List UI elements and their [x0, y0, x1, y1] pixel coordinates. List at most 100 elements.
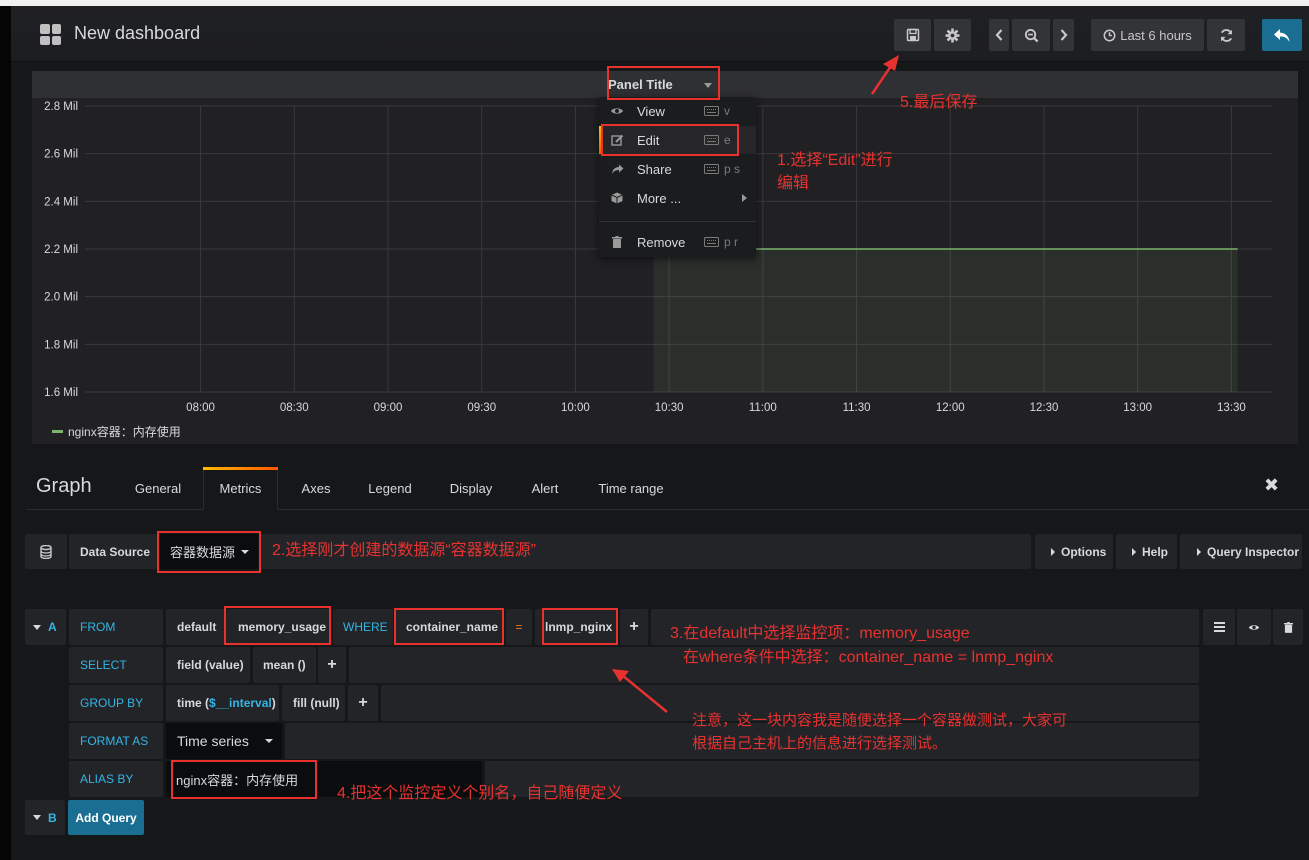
save-dashboard-button[interactable]	[894, 19, 931, 51]
zoom-out-icon	[1024, 28, 1038, 42]
select-label: SELECT	[69, 647, 163, 683]
data-source-label: Data Source	[69, 534, 157, 569]
x-axis: 08:00 08:30 09:00 09:30 10:00 10:30 11:00 11:30…	[186, 402, 1246, 414]
tab-time-range[interactable]: Time range	[591, 467, 671, 510]
x-tick-label: 11:00	[749, 402, 777, 414]
annotation-box-datasource	[157, 531, 261, 573]
x-tick-label: 08:00	[186, 402, 215, 414]
tab-axes[interactable]: Axes	[291, 467, 341, 510]
zoom-out-button[interactable]	[1012, 19, 1050, 51]
y-tick-label: 1.8 Mil	[44, 339, 78, 351]
caret-right-icon	[1197, 547, 1201, 556]
annotation-step-1: 1.选择“Edit”进行 编辑	[777, 152, 893, 193]
y-tick-label: 2.0 Mil	[44, 292, 78, 304]
gear-icon	[945, 27, 960, 43]
back-to-dashboard-button[interactable]	[1262, 19, 1302, 51]
menu-item-view[interactable]: View v	[599, 97, 756, 125]
annotation-step-4: 4.把这个监控定义个别名，自己随便定义	[337, 785, 623, 802]
shortcut: p r	[704, 235, 738, 249]
annotation-step-3-line2: 在where条件中选择：container_name = lnmp_nginx	[683, 649, 1054, 666]
x-tick-label: 10:30	[655, 402, 684, 414]
legend-label: nginx容器：内存使用	[68, 425, 181, 439]
annotation-box-tag-value	[542, 608, 618, 645]
tab-alert[interactable]: Alert	[521, 467, 569, 510]
eye-icon	[610, 106, 624, 116]
x-tick-label: 13:00	[1123, 402, 1152, 414]
time-picker-button[interactable]: Last 6 hours	[1091, 19, 1204, 51]
query-a-toggle[interactable]: A	[25, 609, 66, 645]
operator-segment[interactable]: =	[506, 609, 532, 645]
y-tick-label: 2.8 Mil	[44, 101, 78, 113]
alias-by-label: ALIAS BY	[69, 761, 163, 797]
refresh-button[interactable]	[1207, 19, 1245, 51]
reply-icon	[1274, 28, 1290, 42]
add-where-button[interactable]: +	[620, 609, 648, 645]
caret-right-icon	[1051, 547, 1055, 556]
tab-metrics[interactable]: Metrics	[203, 467, 278, 510]
fill-segment[interactable]: fill (null)	[282, 685, 345, 721]
refresh-icon	[1220, 28, 1232, 42]
select-field-segment[interactable]: field (value)	[166, 647, 250, 683]
legend-item[interactable]: nginx容器：内存使用	[52, 423, 181, 440]
tab-display[interactable]: Display	[441, 467, 501, 510]
left-edge	[0, 6, 11, 860]
x-tick-label: 10:00	[561, 402, 590, 414]
keyboard-icon	[704, 164, 719, 174]
add-group-by-button[interactable]: +	[348, 685, 378, 721]
time-forward-button[interactable]	[1053, 19, 1074, 51]
group-by-time-segment[interactable]: time ($__interval)	[166, 685, 279, 721]
dashboard-grid-icon[interactable]	[40, 24, 61, 45]
delete-query-button[interactable]	[1273, 609, 1303, 645]
navbar: New dashboard Last 6 hours	[11, 6, 1309, 62]
x-tick-label: 11:30	[843, 402, 871, 414]
query-inspector-toggle[interactable]: Query Inspector	[1180, 534, 1302, 569]
add-select-button[interactable]: +	[318, 647, 346, 683]
trash-icon	[610, 236, 624, 248]
keyboard-icon	[704, 106, 719, 116]
retention-policy-segment[interactable]: default	[166, 609, 226, 645]
options-toggle[interactable]: Options	[1035, 534, 1113, 569]
time-range-label: Last 6 hours	[1120, 27, 1192, 43]
shortcut: v	[704, 104, 730, 118]
menu-item-more[interactable]: More ...	[599, 184, 756, 212]
query-b-toggle[interactable]: B	[25, 800, 65, 835]
annotation-box-panel-title	[607, 66, 720, 100]
x-tick-label: 12:00	[936, 402, 965, 414]
annotation-box-measurement	[224, 606, 331, 645]
time-back-button[interactable]	[989, 19, 1009, 51]
tab-legend[interactable]: Legend	[359, 467, 421, 510]
settings-button[interactable]	[934, 19, 971, 51]
tab-general[interactable]: General	[124, 467, 192, 510]
x-tick-label: 09:00	[374, 402, 403, 414]
select-function-segment[interactable]: mean ()	[253, 647, 316, 683]
y-tick-label: 1.6 Mil	[44, 387, 78, 399]
chevron-left-icon	[995, 29, 1003, 41]
from-label: FROM	[69, 609, 163, 645]
menu-item-remove[interactable]: Remove p r	[599, 228, 756, 256]
annotation-step-5: 5.最后保存	[900, 94, 978, 111]
shortcut: p s	[704, 162, 740, 176]
y-tick-label: 2.6 Mil	[44, 149, 78, 161]
menu-item-share[interactable]: Share p s	[599, 155, 756, 183]
dashboard-title[interactable]: New dashboard	[74, 23, 200, 44]
clock-icon	[1103, 29, 1116, 41]
x-tick-label: 09:30	[467, 402, 496, 414]
eye-icon	[1248, 624, 1260, 630]
keyboard-icon	[704, 237, 719, 247]
save-icon	[906, 28, 919, 42]
x-tick-label: 08:30	[280, 402, 309, 414]
query-menu-button[interactable]	[1203, 609, 1235, 645]
caret-down-icon	[33, 815, 41, 820]
close-icon[interactable]: ✖	[1264, 475, 1279, 496]
share-icon	[610, 164, 624, 175]
toggle-query-visibility-button[interactable]	[1237, 609, 1271, 645]
legend-swatch	[52, 430, 63, 433]
annotation-step-2: 2.选择刚才创建的数据源“容器数据源”	[272, 542, 537, 559]
editor-title: Graph	[36, 475, 92, 497]
help-toggle[interactable]: Help	[1116, 534, 1177, 569]
annotation-box-alias	[171, 760, 317, 799]
format-as-select[interactable]: Time series	[166, 723, 282, 759]
add-query-button[interactable]: Add Query	[68, 800, 144, 835]
panel-context-menu: View v Edit e Share p s More ... Remove …	[599, 97, 756, 257]
cube-icon	[610, 192, 624, 204]
